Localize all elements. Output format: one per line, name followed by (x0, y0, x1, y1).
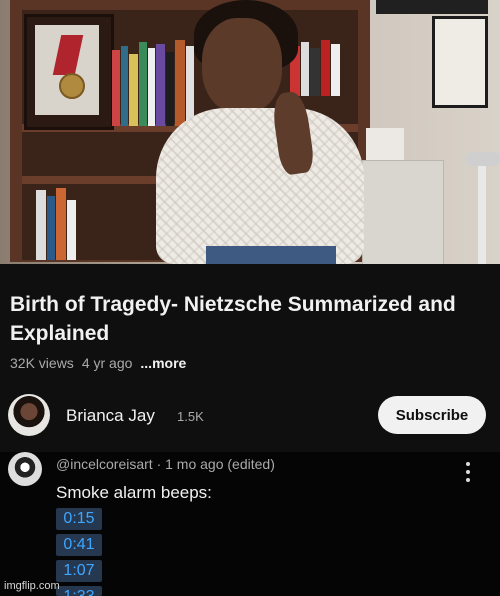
video-stats: 32K views 4 yr ago ...more (10, 355, 186, 371)
cabinet (362, 160, 444, 264)
presenter (150, 0, 370, 264)
timestamp-link[interactable]: 1:33 (56, 586, 102, 596)
jeans (206, 246, 336, 264)
ribbon-decoration (52, 35, 84, 75)
channel-name[interactable]: Brianca Jay (66, 406, 155, 426)
subscriber-count: 1.5K (177, 409, 204, 424)
comment-author[interactable]: @incelcoreisart (56, 456, 153, 472)
medal-decoration (59, 73, 85, 99)
face (202, 18, 282, 114)
timestamp-link[interactable]: 0:41 (56, 534, 102, 556)
sweater-texture (156, 108, 364, 264)
subscribe-button[interactable]: Subscribe (378, 396, 486, 434)
channel-avatar[interactable] (8, 394, 50, 436)
box (366, 128, 404, 160)
medal-plaque (24, 14, 114, 130)
watermark: imgflip.com (4, 580, 60, 592)
comment-text: Smoke alarm beeps: (56, 483, 212, 502)
lamp-pole (478, 166, 486, 264)
comment-avatar[interactable] (8, 452, 42, 486)
timestamp-link[interactable]: 1:07 (56, 560, 102, 582)
more-options-icon[interactable] (466, 462, 472, 482)
lamp (466, 152, 500, 166)
view-count: 32K views (10, 355, 74, 371)
video-player[interactable] (0, 0, 500, 264)
more-link[interactable]: ...more (140, 355, 186, 371)
comment-header: @incelcoreisart · 1 mo ago (edited) (56, 456, 275, 472)
wall-frame (376, 0, 488, 14)
upload-age: 4 yr ago (81, 355, 133, 371)
channel-row: Brianca Jay 1.5K Subscribe (0, 392, 500, 440)
timestamp-link[interactable]: 0:15 (56, 508, 102, 530)
video-title: Birth of Tragedy- Nietzsche Summarized a… (10, 293, 456, 345)
comment: @incelcoreisart · 1 mo ago (edited) Smok… (0, 452, 500, 596)
wall-frame (432, 16, 488, 108)
comment-meta: · 1 mo ago (edited) (156, 456, 275, 472)
